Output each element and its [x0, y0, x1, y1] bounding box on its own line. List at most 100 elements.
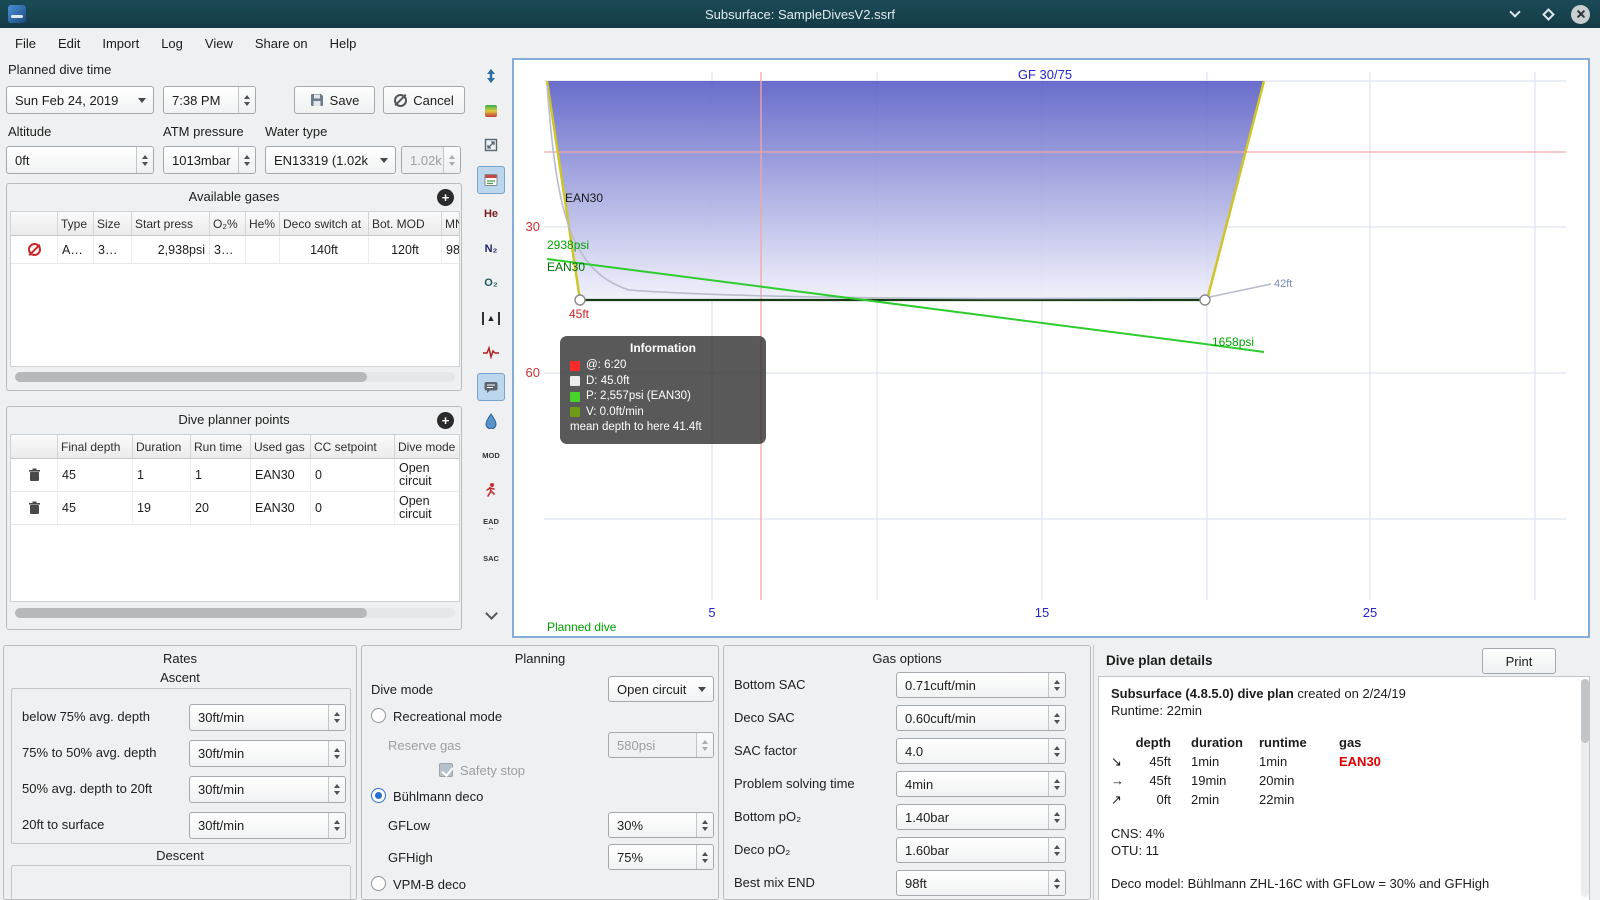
col-duration[interactable]: Duration [133, 435, 191, 459]
gfhigh-spinner[interactable]: 75% [608, 844, 714, 870]
toolbar-pp-o2-button[interactable]: O₂ [477, 269, 505, 297]
chevron-down-icon [380, 157, 388, 163]
col-he[interactable]: He% [246, 212, 280, 236]
bottom-sac-label: Bottom SAC [734, 677, 806, 692]
toolbar-salinity-button[interactable] [477, 407, 505, 435]
col-bot-mod[interactable]: Bot. MOD [369, 212, 442, 236]
waypoint-handle[interactable] [1199, 294, 1211, 306]
col-type[interactable]: Type [58, 212, 94, 236]
toolbar-tooltip-button[interactable] [477, 373, 505, 401]
add-point-button[interactable]: + [437, 412, 454, 429]
menu-file[interactable]: File [4, 31, 47, 56]
scrollbar-thumb[interactable] [15, 372, 367, 382]
time-spinner[interactable]: 7:38 PM [163, 86, 256, 114]
best-mix-end-spinner[interactable]: 98ft [896, 870, 1066, 896]
rate-spinner[interactable]: 30ft/min [189, 740, 346, 767]
buhlmann-deco-radio[interactable] [371, 788, 386, 803]
point-depth: 45 [58, 492, 133, 525]
col-cc-setpoint[interactable]: CC setpoint [311, 435, 395, 459]
vpmb-deco-radio[interactable] [371, 876, 386, 891]
point-row[interactable]: 45 19 20 EAN30 0 Open circuit [11, 492, 459, 525]
delete-point-icon[interactable] [28, 468, 41, 482]
col-final-depth[interactable]: Final depth [58, 435, 133, 459]
col-size[interactable]: Size [94, 212, 132, 236]
maximize-button[interactable] [1538, 4, 1558, 24]
menu-view[interactable]: View [194, 31, 244, 56]
waypoint-handle[interactable] [574, 294, 586, 306]
col-o2[interactable]: O₂% [210, 212, 246, 236]
menu-import[interactable]: Import [91, 31, 150, 56]
gas-mn: 98 [442, 236, 459, 264]
sac-factor-spinner[interactable]: 4.0 [896, 738, 1066, 764]
print-button[interactable]: Print [1482, 648, 1556, 674]
toolbar-scroll-down-button[interactable] [477, 602, 505, 630]
details-vscrollbar[interactable] [1581, 679, 1589, 897]
chevron-down-icon [484, 607, 498, 620]
toolbar-ead-button[interactable]: EAD ↔ [477, 511, 505, 539]
point-row[interactable]: 45 1 1 EAN30 0 Open circuit [11, 459, 459, 492]
menu-edit[interactable]: Edit [47, 31, 91, 56]
col-dive-mode[interactable]: Dive mode [395, 435, 459, 459]
remove-gas-icon[interactable] [27, 243, 41, 256]
toolbar-pp-n2-button[interactable]: N₂ [477, 235, 505, 263]
menu-share-on[interactable]: Share on [244, 31, 319, 56]
point-setpoint: 0 [311, 492, 395, 525]
toolbar-sac-rate-button[interactable] [477, 476, 505, 504]
scrollbar-thumb[interactable] [15, 608, 367, 618]
points-hscrollbar[interactable] [15, 608, 455, 618]
spinner-buttons[interactable] [238, 147, 255, 173]
rate-spinner[interactable]: 30ft/min [189, 812, 346, 839]
planning-panel: Planning Dive mode Open circuit Recreati… [361, 645, 719, 900]
toolbar-heartrate-button[interactable] [477, 338, 505, 366]
atm-pressure-spinner[interactable]: 1013mbar [163, 146, 256, 174]
toolbar-mod-button[interactable]: MOD [477, 442, 505, 470]
date-select[interactable]: Sun Feb 24, 2019 [6, 86, 154, 114]
gas-row[interactable]: A… 3… 2,938psi 3… 140ft 120ft 98 [11, 236, 459, 264]
gflow-spinner[interactable]: 30% [608, 812, 714, 838]
toolbar-zoom-restore-button[interactable] [477, 131, 505, 159]
buhlmann-deco-label: Bühlmann deco [393, 789, 484, 804]
menu-help[interactable]: Help [319, 31, 368, 56]
tooltip-title: Information [630, 341, 696, 355]
deco-sac-spinner[interactable]: 0.60cuft/min [896, 705, 1066, 731]
dive-mode-select[interactable]: Open circuit [608, 676, 714, 702]
delete-point-icon[interactable] [28, 501, 41, 515]
toolbar-scale-button[interactable] [477, 62, 505, 90]
rate-spinner[interactable]: 30ft/min [189, 704, 346, 731]
rate-spinner[interactable]: 30ft/min [189, 776, 346, 803]
water-type-select[interactable]: EN13319 (1.02k [265, 146, 396, 174]
altitude-spinner[interactable]: 0ft [6, 146, 154, 174]
save-button[interactable]: Save [294, 86, 375, 114]
toolbar-pp-he-button[interactable]: He [477, 200, 505, 228]
deco-po2-spinner[interactable]: 1.60bar [896, 837, 1066, 863]
gases-hscrollbar[interactable] [15, 372, 455, 382]
titlebar[interactable]: Subsurface: SampleDivesV2.ssrf [0, 0, 1600, 28]
toolbar-pp-graphs-button[interactable]: ▲ [477, 304, 505, 332]
col-start-press[interactable]: Start press [132, 212, 210, 236]
bottom-sac-spinner[interactable]: 0.71cuft/min [896, 672, 1066, 698]
rate-label: 50% avg. depth to 20ft [22, 781, 153, 796]
chart-info-tooltip[interactable]: Information @: 6:20 D: 45.0ft P: 2,557ps… [560, 336, 766, 444]
panel-splitter[interactable] [1093, 645, 1094, 900]
dive-profile-chart[interactable]: GF 30/75 30 60 5 15 25 EAN30 2938psi EAN… [512, 58, 1590, 638]
menu-log[interactable]: Log [150, 31, 194, 56]
col-deco-switch[interactable]: Deco switch at [280, 212, 369, 236]
close-button[interactable] [1571, 4, 1590, 24]
spinner-buttons[interactable] [238, 87, 255, 113]
add-gas-button[interactable]: + [437, 189, 454, 206]
toolbar-sac-time-button[interactable]: SAC [477, 545, 505, 573]
col-run-time[interactable]: Run time [191, 435, 251, 459]
plus-icon: + [441, 413, 450, 428]
bottom-po2-spinner[interactable]: 1.40bar [896, 804, 1066, 830]
recreational-mode-radio[interactable] [371, 708, 386, 723]
col-used-gas[interactable]: Used gas [251, 435, 311, 459]
scrollbar-thumb[interactable] [1581, 679, 1589, 743]
problem-solving-time-spinner[interactable]: 4min [896, 771, 1066, 797]
spinner-buttons[interactable] [136, 147, 153, 173]
toolbar-photos-button[interactable] [477, 97, 505, 125]
cancel-button[interactable]: Cancel [383, 86, 465, 114]
col-mn[interactable]: MN [442, 212, 459, 236]
window-shade-button[interactable] [1505, 4, 1525, 24]
rate-label: below 75% avg. depth [22, 709, 150, 724]
toolbar-edit-plan-button[interactable] [477, 166, 505, 194]
